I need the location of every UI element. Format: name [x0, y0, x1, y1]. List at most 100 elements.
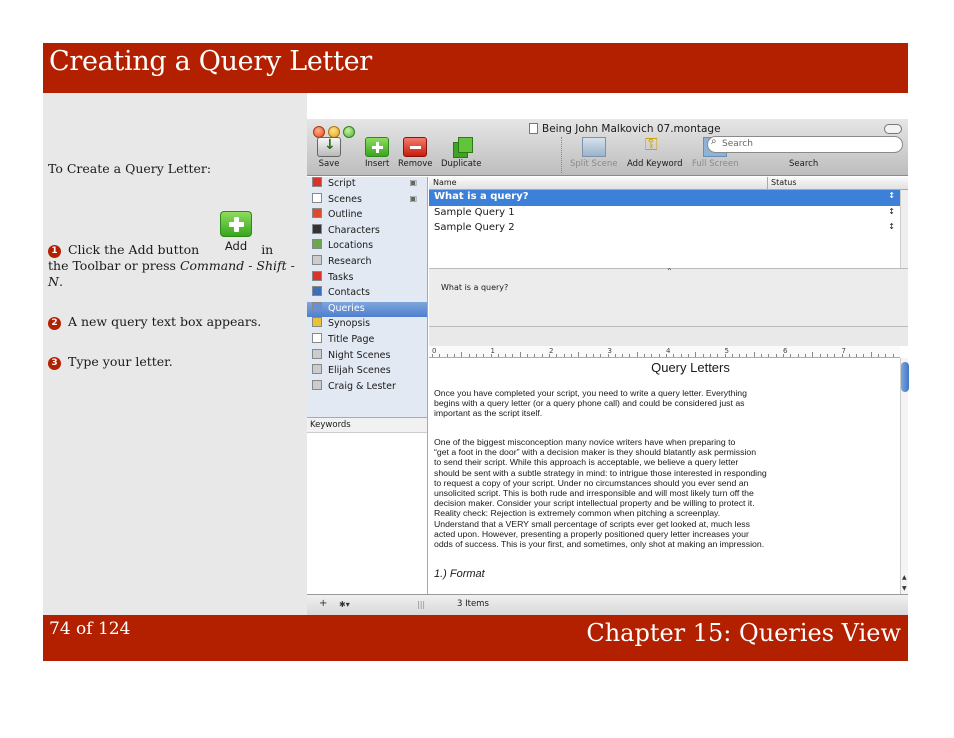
synopsis-text[interactable]: What is a query?: [441, 283, 508, 292]
scroll-up-arrow-icon[interactable]: ▲: [902, 574, 907, 581]
sidebar-item-craig-lester[interactable]: Craig & Lester: [307, 379, 427, 396]
slide: Creating a Query Letter To Create a Quer…: [43, 43, 909, 661]
ruler-tick: [768, 354, 770, 357]
duplicate-icon: [449, 137, 474, 158]
ruler-tick: [746, 354, 748, 357]
ruler-tick: [709, 354, 711, 357]
sidebar-item-scenes[interactable]: Scenes ▣: [307, 192, 427, 209]
split-scene-button[interactable]: Split Scene: [570, 137, 617, 169]
ruler-tick: [783, 354, 784, 357]
ruler-tick: [483, 354, 485, 357]
keyword-icon: [643, 135, 667, 157]
outline-icon: [312, 208, 322, 219]
insert-button[interactable]: Insert: [365, 137, 389, 169]
scroll-down-arrow-icon[interactable]: ▼: [902, 585, 907, 592]
ruler-tick: [812, 352, 814, 357]
sidebar-item-label: Craig & Lester: [328, 380, 396, 392]
text-editor[interactable]: Query Letters Once you have completed yo…: [429, 358, 900, 594]
ruler-tick: [453, 354, 455, 357]
ruler-tick: [702, 354, 704, 357]
ruler-tick: [519, 352, 521, 357]
editor-line: unsolicited script. This is both rude an…: [434, 488, 754, 499]
add-keyword-label: Add Keyword: [627, 159, 683, 169]
add-keyword-button[interactable]: Add Keyword: [627, 135, 683, 169]
ruler-tick: [658, 354, 660, 357]
script-icon: [312, 177, 322, 187]
list-header: Name Status: [429, 177, 908, 190]
add-item-button[interactable]: +: [319, 598, 327, 609]
splitter-grip[interactable]: |||: [417, 600, 425, 609]
list-row[interactable]: Sample Query 1 ↕: [429, 206, 900, 222]
list-scrollbar[interactable]: [900, 190, 908, 268]
ruler-tick: [461, 352, 463, 357]
scenes-icon: [312, 192, 322, 203]
sidebar-item-queries[interactable]: Queries: [307, 301, 427, 318]
sidebar-item-label: Night Scenes: [328, 349, 391, 361]
status-popup-icon[interactable]: ↕: [888, 207, 895, 216]
sidebar-item-title-page[interactable]: Title Page: [307, 332, 427, 349]
search-input[interactable]: Search: [707, 136, 903, 153]
sidebar-item-label: Elijah Scenes: [328, 365, 391, 377]
zoom-button[interactable]: [343, 126, 355, 138]
sidebar-item-script[interactable]: Script ▣: [307, 177, 427, 193]
ruler-tick: [739, 354, 741, 357]
sidebar-item-label: Title Page: [328, 333, 375, 345]
full-screen-label: Full Screen: [692, 159, 739, 169]
action-menu-button[interactable]: ✱▾: [339, 600, 350, 609]
keywords-header: Keywords: [307, 418, 427, 433]
ruler-tick: [468, 354, 470, 357]
splitter-handle-icon[interactable]: ⌃: [666, 267, 673, 276]
ruler-tick: [673, 354, 675, 357]
toolbar-toggle-button[interactable]: [884, 124, 902, 134]
editor-title: Query Letters: [651, 360, 730, 375]
ruler-tick: [819, 354, 821, 357]
remove-button[interactable]: Remove: [398, 137, 433, 169]
split-scene-label: Split Scene: [570, 159, 618, 169]
ruler-tick: [600, 354, 602, 357]
sidebar-item-locations[interactable]: Locations: [307, 239, 427, 255]
save-button[interactable]: Save: [317, 137, 341, 169]
instructions-intro: To Create a Query Letter:: [48, 161, 212, 176]
search-label: Search: [789, 159, 819, 169]
ruler-tick: [753, 352, 755, 357]
minus-icon: [403, 137, 428, 157]
window-title: Being John Malkovich 07.montage: [529, 123, 721, 135]
ruler-tick: [856, 354, 858, 357]
sidebar-item-label: Research: [328, 255, 372, 267]
divider-area: [429, 326, 908, 346]
status-popup-icon[interactable]: ↕: [888, 222, 895, 231]
smart-folder-icon: [312, 348, 322, 359]
sidebar-item-label: Script: [328, 178, 356, 189]
ruler: 01234567: [429, 346, 900, 358]
ruler-tick: [666, 354, 667, 357]
ruler-tick: [490, 354, 492, 357]
sidebar-item-research[interactable]: Research: [307, 254, 427, 271]
sidebar-item-label: Locations: [328, 240, 374, 252]
ruler-tick: [724, 354, 726, 357]
step-3-text: Type your letter.: [67, 354, 173, 369]
ruler-tick: [549, 354, 550, 357]
duplicate-button[interactable]: Duplicate: [441, 137, 482, 169]
sidebar-item-synopsis[interactable]: Synopsis: [307, 317, 427, 333]
sidebar-item-outline[interactable]: Outline: [307, 208, 427, 224]
status-popup-icon[interactable]: ↕: [888, 191, 895, 200]
column-status[interactable]: Status: [767, 177, 797, 190]
scroll-thumb[interactable]: [901, 362, 909, 392]
editor-line: decision maker. Consider your script int…: [434, 498, 755, 509]
sidebar-item-contacts[interactable]: Contacts: [307, 286, 427, 302]
sidebar-item-night-scenes[interactable]: Night Scenes: [307, 348, 427, 365]
sidebar-item-characters[interactable]: Characters: [307, 223, 427, 240]
editor-scrollbar[interactable]: ▲ ▼: [900, 358, 909, 594]
sidebar-item-tasks[interactable]: Tasks: [307, 270, 427, 287]
sidebar-item-elijah-scenes[interactable]: Elijah Scenes: [307, 364, 427, 380]
window-toolbar: Being John Malkovich 07.montage Save Ins…: [307, 119, 908, 176]
ruler-tick: [614, 354, 616, 357]
list-row[interactable]: What is a query? ↕: [429, 190, 900, 206]
ruler-tick: [578, 352, 580, 357]
list-row[interactable]: Sample Query 2 ↕: [429, 221, 900, 237]
item-count: 3 Items: [457, 599, 489, 609]
window-title-text: Being John Malkovich 07.montage: [542, 123, 721, 135]
ruler-tick: [446, 354, 448, 357]
slide-footer: 74 of 124 Chapter 15: Queries View: [43, 615, 908, 661]
column-name[interactable]: Name: [433, 178, 457, 187]
